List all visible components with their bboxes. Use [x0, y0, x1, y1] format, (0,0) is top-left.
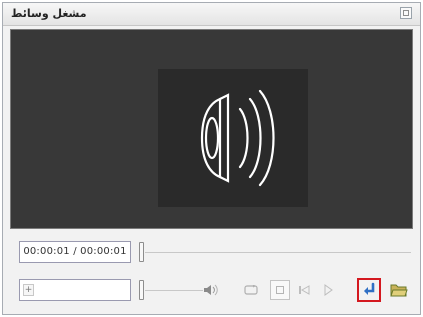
audio-placeholder [158, 69, 308, 207]
time-display: 00:00:01 / 00:00:01 [19, 241, 131, 263]
volume-icon[interactable] [203, 284, 219, 296]
stop-icon [276, 286, 284, 294]
title-bar: مشغل وسائط [3, 3, 420, 26]
volume-slider-thumb[interactable] [139, 280, 144, 300]
media-player-window: مشغل وسائط 00:00:01 / 00:00:01 + [2, 2, 421, 315]
stop-button[interactable] [270, 280, 290, 300]
speaker-sound-icon [200, 89, 275, 187]
insert-return-icon[interactable] [361, 282, 377, 298]
spin-up-button[interactable]: + [23, 284, 34, 296]
volume-spin-field[interactable]: + [19, 279, 131, 301]
window-title: مشغل وسائط [11, 7, 87, 20]
video-preview [10, 29, 413, 229]
volume-slider-track[interactable] [145, 290, 203, 291]
folder-open-icon[interactable] [390, 282, 408, 297]
close-icon[interactable] [400, 7, 412, 19]
seek-slider-thumb[interactable] [139, 242, 144, 262]
previous-icon[interactable] [298, 285, 310, 295]
play-icon[interactable] [323, 284, 333, 296]
seek-slider-track[interactable] [145, 252, 411, 253]
loop-icon[interactable] [244, 285, 258, 295]
